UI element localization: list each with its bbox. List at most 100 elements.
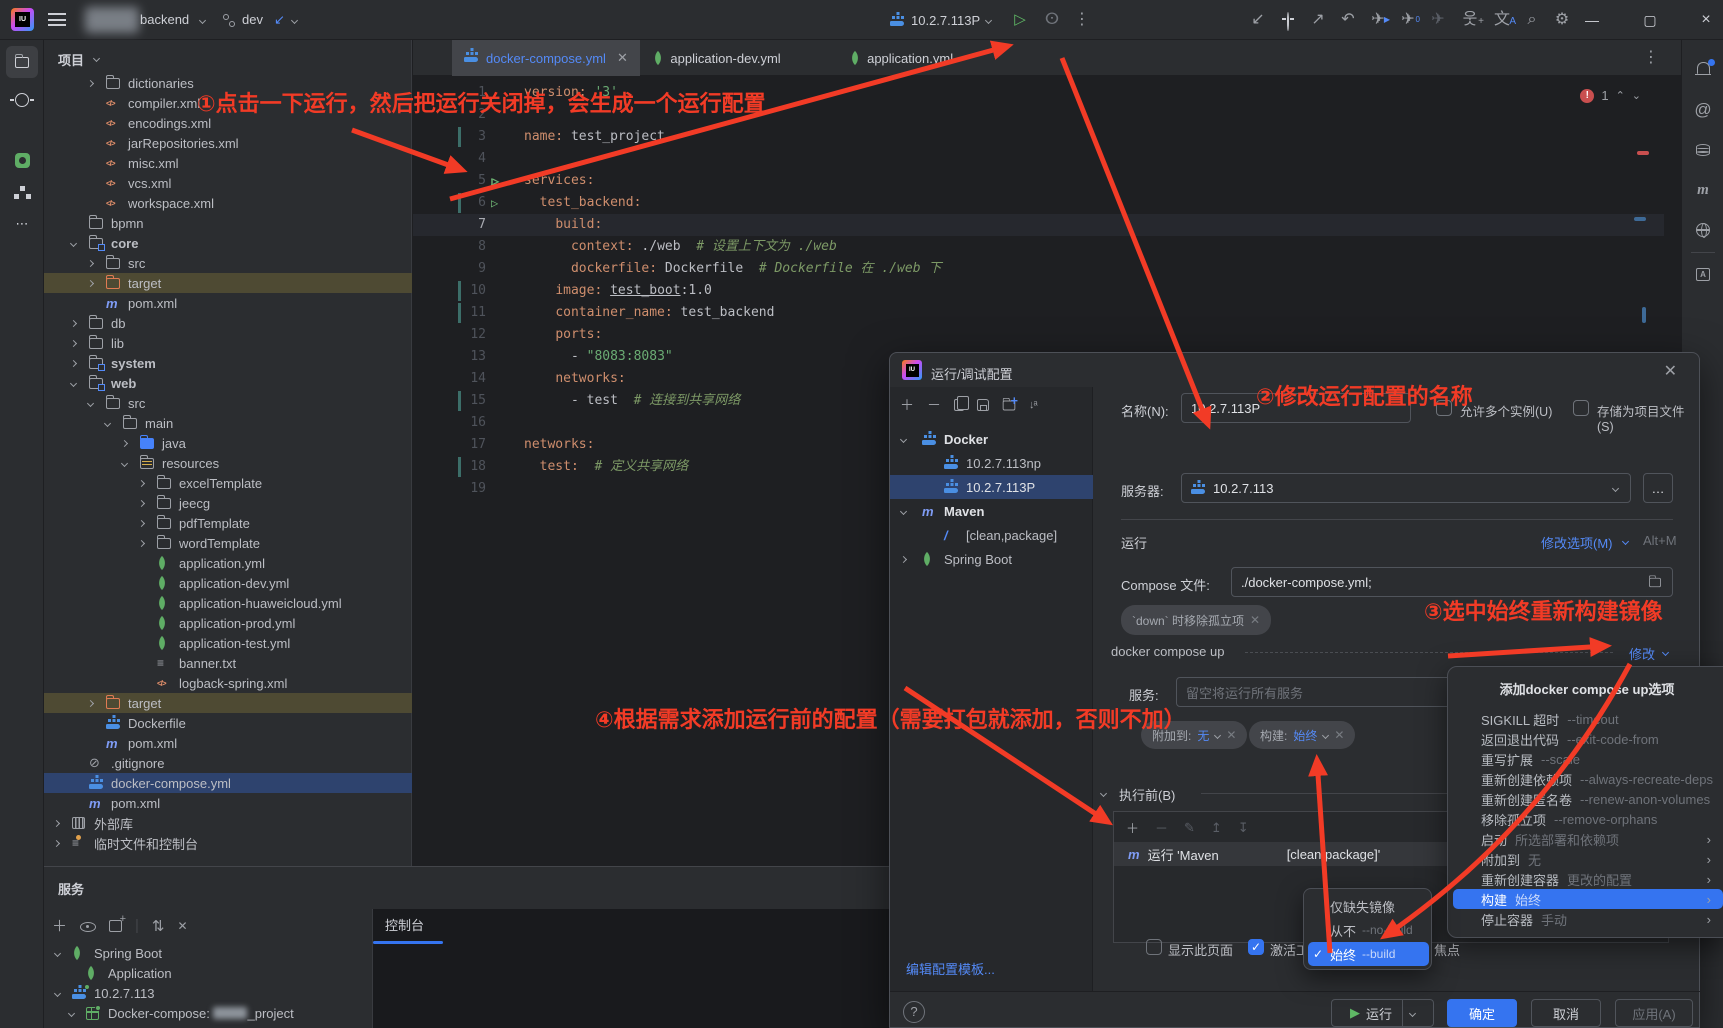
inspection-widget[interactable]: ! 1 ⌃ ⌄	[1580, 88, 1641, 103]
project-tree-item-jarRepositories.xml[interactable]: </>jarRepositories.xml	[44, 133, 412, 153]
project-tree-item-jeecg[interactable]: jeecg	[44, 493, 412, 513]
ai-assistant-icon[interactable]: @	[1693, 100, 1713, 120]
tab-application-dev.yml[interactable]: application-dev.yml	[641, 40, 792, 76]
collapse-all-icon[interactable]: ✕	[178, 919, 188, 933]
store-project-file-checkbox[interactable]	[1573, 400, 1589, 416]
translate-icon[interactable]: 文A	[1492, 10, 1512, 30]
menu-item-重新创建依赖项[interactable]: 重新创建依赖项--always-recreate-deps	[1453, 769, 1723, 789]
service-item-10.2.7.113[interactable]: 10.2.7.113	[44, 983, 372, 1003]
project-tree-item-excelTemplate[interactable]: excelTemplate	[44, 473, 412, 493]
sort-configs-icon[interactable]: ↓ᵃ	[1029, 399, 1037, 411]
more-run-options-icon[interactable]: ⋮	[1072, 10, 1092, 30]
menu-item-构建[interactable]: 构建始终›	[1453, 889, 1723, 909]
deploy-rocket-icon[interactable]: ✈▶	[1368, 10, 1388, 30]
project-tree-item-wordTemplate[interactable]: wordTemplate	[44, 533, 412, 553]
expand-all-icon[interactable]: ⇅	[152, 917, 165, 935]
code-line-8[interactable]: 8 context: ./web # 设置上下文为 ./web	[413, 236, 1664, 258]
more-tool-windows-button[interactable]: ⋯	[6, 208, 38, 240]
project-tree-item-application-prod.yml[interactable]: application-prod.yml	[44, 613, 412, 633]
project-selector[interactable]: backend	[140, 12, 189, 27]
remove-task-button[interactable]: －	[1155, 818, 1168, 837]
branch-selector[interactable]: dev	[242, 12, 263, 27]
copy-config-icon[interactable]	[954, 399, 964, 411]
service-item-Spring Boot[interactable]: Spring Boot	[44, 943, 372, 963]
project-tree-item-application-dev.yml[interactable]: application-dev.yml	[44, 573, 412, 593]
code-line-5[interactable]: 5▷▷services:	[413, 170, 1664, 192]
project-tree-item-db[interactable]: db	[44, 313, 412, 333]
remove-chip-icon[interactable]: ✕	[1334, 728, 1344, 742]
code-line-11[interactable]: 11 container_name: test_backend	[413, 302, 1664, 324]
run-all-services-icon[interactable]: ▷▷	[491, 170, 493, 192]
settings-gear-icon[interactable]: ⚙	[1552, 10, 1572, 30]
menu-item-返回退出代码[interactable]: 返回退出代码--exit-code-from	[1453, 729, 1723, 749]
undo-icon[interactable]: ↶	[1338, 10, 1358, 30]
project-tree-item-resources[interactable]: resources	[44, 453, 412, 473]
code-line-4[interactable]: 4	[413, 148, 1664, 170]
project-tree-item-logback-spring.xml[interactable]: </>logback-spring.xml	[44, 673, 412, 693]
project-tree-item-application-test.yml[interactable]: application-test.yml	[44, 633, 412, 653]
new-folder-icon[interactable]	[1003, 400, 1016, 410]
build-chip[interactable]: 构建:始终 ✕	[1249, 721, 1355, 749]
project-tree-item-docker-compose.yml[interactable]: docker-compose.yml	[44, 773, 412, 793]
main-menu-icon[interactable]	[48, 13, 66, 26]
config-item-[clean,package][interactable]: /[clean,package]	[890, 523, 1093, 547]
maven-tool-icon[interactable]: m	[1693, 180, 1713, 200]
add-service-button[interactable]: ＋	[52, 915, 67, 936]
tab-application.yml[interactable]: application.yml	[838, 40, 965, 76]
dictionary-book-icon[interactable]: A	[1693, 264, 1713, 284]
code-line-12[interactable]: 12 ports:	[413, 324, 1664, 346]
view-options-eye-icon[interactable]	[80, 919, 96, 933]
project-tree-item-pom.xml[interactable]: mpom.xml	[44, 293, 412, 313]
endpoints-globe-icon[interactable]	[1693, 220, 1713, 240]
window-minimize-button[interactable]: —	[1580, 8, 1604, 32]
config-item-Spring Boot[interactable]: Spring Boot	[890, 547, 1093, 571]
project-tree-item-web[interactable]: web	[44, 373, 412, 393]
submenu-item-始终[interactable]: ✓始终--build	[1308, 942, 1429, 966]
folder-browse-icon[interactable]	[1649, 578, 1661, 587]
project-tree-item-target[interactable]: target	[44, 273, 412, 293]
ok-button[interactable]: 确定	[1447, 999, 1517, 1027]
window-close-button[interactable]: ×	[1694, 8, 1718, 32]
run-service-icon[interactable]: ▷	[491, 192, 498, 214]
activate-tool-window-checkbox[interactable]: ✓	[1248, 939, 1264, 955]
cancel-button[interactable]: 取消	[1531, 999, 1601, 1027]
project-tree-item-src[interactable]: src	[44, 253, 412, 273]
menu-item-附加到[interactable]: 附加到无›	[1453, 849, 1723, 869]
project-tree-item-bpmn[interactable]: bpmn	[44, 213, 412, 233]
project-tree-item-外部库[interactable]: 外部库	[44, 813, 412, 833]
deploy-rocket-zero-icon[interactable]: ✈0	[1398, 10, 1418, 30]
structure-tool-window-button[interactable]	[6, 176, 38, 208]
debug-button[interactable]: ⵙ	[1042, 10, 1062, 30]
menu-item-停止容器[interactable]: 停止容器手动›	[1453, 909, 1723, 929]
add-config-button[interactable]: ＋	[900, 395, 914, 415]
project-tree-item-workspace.xml[interactable]: </>workspace.xml	[44, 193, 412, 213]
project-tree-item-lib[interactable]: lib	[44, 333, 412, 353]
move-up-icon[interactable]: ↥	[1211, 820, 1222, 836]
next-error-icon[interactable]: ⌄	[1632, 89, 1641, 102]
tab-console[interactable]: 控制台	[385, 915, 424, 934]
project-tree-item-application.yml[interactable]: application.yml	[44, 553, 412, 573]
plugin-green-icon[interactable]	[6, 144, 38, 176]
menu-item-启动[interactable]: 启动所选部署和依赖项›	[1453, 829, 1723, 849]
help-button[interactable]: ?	[903, 1001, 925, 1023]
new-tab-icon[interactable]	[109, 920, 122, 932]
server-select[interactable]: 10.2.7.113	[1181, 473, 1631, 503]
project-tree-item-.gitignore[interactable]: ⊘.gitignore	[44, 753, 412, 773]
incoming-commits-icon[interactable]: ↙	[274, 12, 285, 28]
config-item-Docker[interactable]: Docker	[890, 427, 1093, 451]
add-task-button[interactable]: ＋	[1126, 818, 1139, 837]
modify-options-link[interactable]: 修改选项(M)	[1541, 533, 1613, 552]
server-browse-button[interactable]: …	[1643, 473, 1673, 503]
project-tree-item-misc.xml[interactable]: </>misc.xml	[44, 153, 412, 173]
code-line-6[interactable]: 6▷ test_backend:	[413, 192, 1664, 214]
service-item-Application[interactable]: Application	[44, 963, 372, 983]
project-tree-item-pom.xml[interactable]: mpom.xml	[44, 733, 412, 753]
remove-config-button[interactable]: －	[927, 395, 941, 415]
menu-item-重新创建容器[interactable]: 重新创建容器更改的配置›	[1453, 869, 1723, 889]
code-line-7[interactable]: 7 build:	[413, 214, 1664, 236]
project-tree-item-main[interactable]: main	[44, 413, 412, 433]
menu-item-SIGKILL 超时[interactable]: SIGKILL 超时--timeout	[1453, 709, 1723, 729]
dialog-run-button[interactable]: ▶运行	[1331, 999, 1434, 1027]
tab-options-icon[interactable]: ⋮	[1641, 48, 1661, 68]
edit-task-icon[interactable]: ✎	[1184, 820, 1195, 836]
